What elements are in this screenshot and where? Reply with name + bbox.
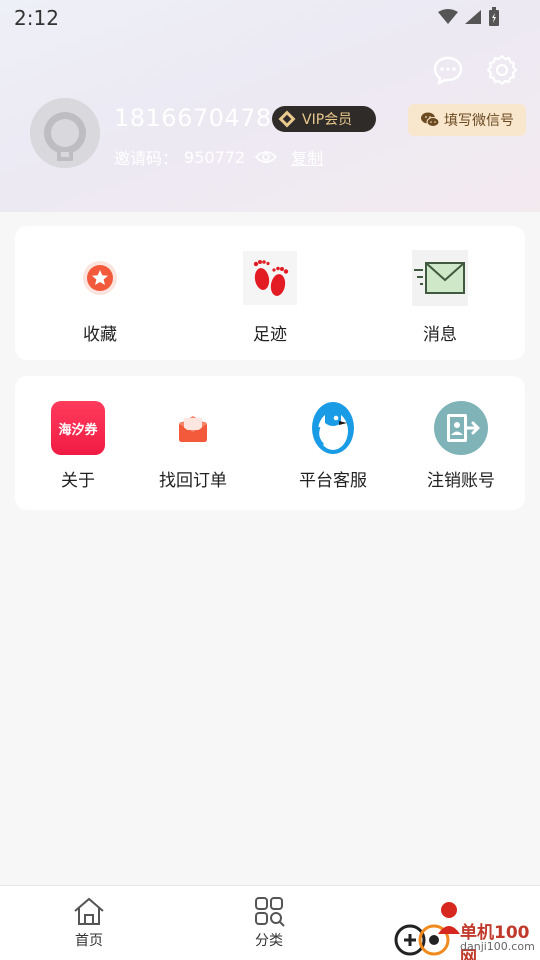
watermark-title: 单机100网	[460, 923, 530, 960]
status-icons	[438, 7, 500, 27]
user-phone: 18166704786	[114, 104, 288, 132]
quick-action-messages[interactable]: 消息	[412, 250, 468, 345]
default-avatar-icon	[30, 98, 100, 168]
tab-label: 首页	[75, 933, 103, 949]
home-icon	[74, 897, 104, 925]
wifi-icon	[438, 9, 458, 24]
service-label: 关于	[61, 471, 95, 491]
quick-action-label: 足迹	[253, 325, 287, 345]
avatar[interactable]	[30, 98, 100, 168]
vip-badge[interactable]: VIP会员	[272, 106, 376, 132]
wechat-icon	[421, 112, 440, 127]
footprints-icon	[243, 251, 297, 305]
vip-diamond-icon	[278, 110, 296, 128]
status-bar: 2:12	[0, 0, 540, 36]
wechat-button-label: 填写微信号	[444, 113, 514, 129]
grid-icon	[255, 897, 285, 927]
empty-content-area	[0, 525, 540, 885]
tab-home[interactable]: 首页	[59, 896, 119, 950]
envelope-icon	[412, 250, 468, 306]
services-card: 海汐券 关于 找回订单 平台客服 注销账号	[15, 376, 525, 510]
status-time: 2:12	[14, 6, 59, 30]
haishaquan-logo-icon: 海汐券	[51, 401, 105, 455]
service-label: 平台客服	[299, 471, 367, 491]
copy-link[interactable]: 复制	[291, 145, 323, 169]
quick-action-label: 收藏	[83, 325, 117, 345]
service-retrieve-order[interactable]: 找回订单	[159, 400, 227, 491]
eye-icon[interactable]	[255, 149, 278, 165]
vip-label: VIP会员	[302, 112, 353, 128]
chat-bubble-icon[interactable]	[432, 54, 464, 86]
settings-gear-icon[interactable]	[486, 54, 518, 86]
signal-icon	[465, 10, 481, 24]
service-label: 注销账号	[427, 471, 495, 491]
star-badge-icon	[83, 261, 117, 295]
service-label: 找回订单	[159, 471, 227, 491]
envelope-open-icon	[179, 416, 207, 442]
watermark-url: danji100.com	[460, 940, 535, 953]
quick-actions-card: 收藏 足迹 消息	[15, 226, 525, 360]
header-actions	[432, 54, 518, 86]
service-about[interactable]: 海汐券 关于	[50, 400, 106, 491]
logout-icon	[434, 401, 488, 455]
quick-action-footprints[interactable]: 足迹	[242, 250, 298, 345]
invite-code: 950772	[184, 147, 246, 167]
penguin-icon	[312, 402, 354, 454]
tab-label: 分类	[255, 933, 283, 949]
service-delete-account[interactable]: 注销账号	[427, 400, 495, 491]
service-customer-support[interactable]: 平台客服	[299, 400, 367, 491]
quick-action-favorites[interactable]: 收藏	[72, 250, 128, 345]
quick-action-label: 消息	[423, 325, 457, 345]
battery-icon	[489, 7, 499, 26]
invite-code-row: 邀请码： 950772 复制	[114, 145, 323, 169]
tab-category[interactable]: 分类	[239, 896, 299, 950]
fill-wechat-button[interactable]: 填写微信号	[408, 104, 526, 136]
invite-label: 邀请码：	[114, 149, 179, 168]
